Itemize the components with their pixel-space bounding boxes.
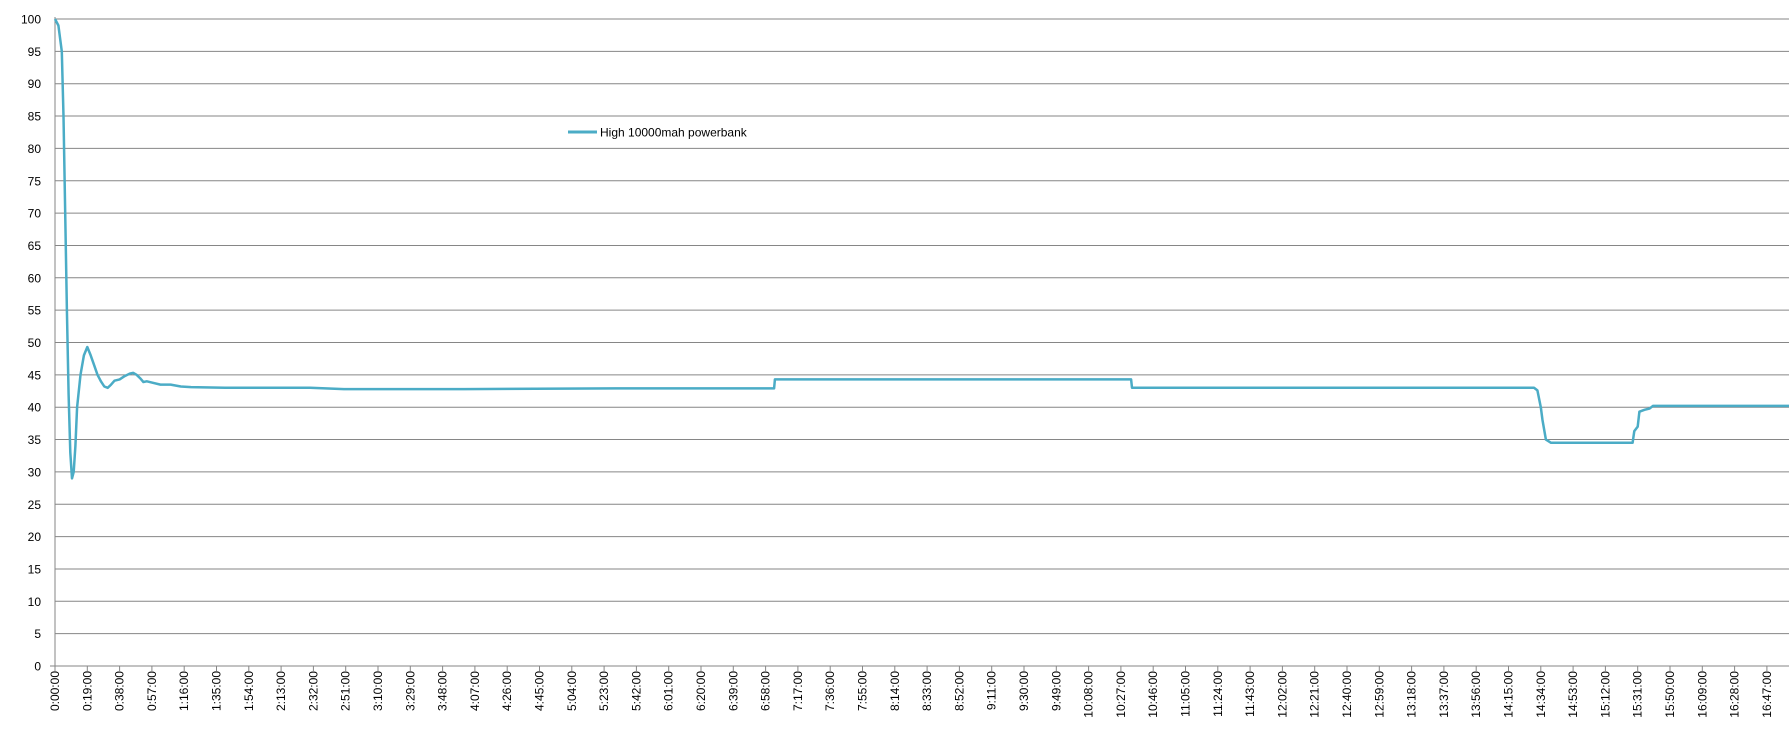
y-tick-label-100: 100 — [21, 13, 41, 27]
x-tick-label-53: 16:47:00 — [1760, 671, 1774, 718]
x-tick-label-12: 3:48:00 — [436, 671, 450, 711]
y-tick-label-40: 40 — [28, 401, 42, 415]
x-tick-label-15: 4:45:00 — [533, 671, 547, 711]
x-tick-label-43: 13:37:00 — [1437, 671, 1451, 718]
x-tick-label-2: 0:38:00 — [113, 671, 127, 711]
x-tick-label-48: 15:12:00 — [1598, 671, 1612, 718]
y-tick-label-55: 55 — [28, 304, 42, 318]
x-tick-label-50: 15:50:00 — [1663, 671, 1677, 718]
y-tick-label-65: 65 — [28, 239, 42, 253]
x-tick-label-32: 10:08:00 — [1082, 671, 1096, 718]
y-tick-label-0: 0 — [34, 660, 41, 674]
x-tick-label-24: 7:36:00 — [823, 671, 837, 711]
y-tick-label-60: 60 — [28, 271, 42, 285]
x-tick-label-47: 14:53:00 — [1566, 671, 1580, 718]
x-tick-label-26: 8:14:00 — [888, 671, 902, 711]
x-tick-label-1: 0:19:00 — [80, 671, 94, 711]
y-tick-label-90: 90 — [28, 77, 42, 91]
x-axis-tick-labels: 0:00:00 0:19:00 0:38:00 0:57:00 1:16:00 1:35:… — [48, 671, 1774, 718]
x-tick-label-22: 6:58:00 — [759, 671, 773, 711]
x-tick-label-14: 4:26:00 — [500, 671, 514, 711]
y-tick-label-30: 30 — [28, 465, 42, 479]
x-tick-label-3: 0:57:00 — [145, 671, 159, 711]
x-tick-label-0: 0:00:00 — [48, 671, 62, 711]
x-tick-label-34: 10:46:00 — [1146, 671, 1160, 718]
x-tick-label-51: 16:09:00 — [1695, 671, 1709, 718]
legend: High 10000mah powerbank — [568, 126, 748, 140]
x-tick-label-49: 15:31:00 — [1631, 671, 1645, 718]
x-tick-label-4: 1:16:00 — [177, 671, 191, 711]
legend-label: High 10000mah powerbank — [600, 126, 748, 140]
x-tick-label-21: 6:39:00 — [726, 671, 740, 711]
x-tick-label-31: 9:49:00 — [1049, 671, 1063, 711]
x-tick-label-25: 7:55:00 — [856, 671, 870, 711]
x-tick-label-42: 13:18:00 — [1405, 671, 1419, 718]
y-tick-label-20: 20 — [28, 530, 42, 544]
x-tick-label-19: 6:01:00 — [662, 671, 676, 711]
axes — [50, 17, 1789, 671]
x-tick-label-41: 12:59:00 — [1372, 671, 1386, 718]
x-tick-label-35: 11:05:00 — [1179, 671, 1193, 717]
x-tick-label-9: 2:51:00 — [339, 671, 353, 711]
y-tick-label-10: 10 — [28, 595, 42, 609]
x-tick-label-23: 7:17:00 — [791, 671, 805, 711]
y-tick-label-15: 15 — [28, 562, 42, 576]
x-tick-label-29: 9:11:00 — [985, 671, 999, 710]
x-tick-label-45: 14:15:00 — [1502, 671, 1516, 718]
y-tick-label-85: 85 — [28, 110, 42, 124]
y-tick-label-95: 95 — [28, 45, 42, 59]
x-tick-label-40: 12:40:00 — [1340, 671, 1354, 718]
x-tick-label-38: 12:02:00 — [1275, 671, 1289, 718]
x-tick-label-11: 3:29:00 — [403, 671, 417, 711]
x-tick-label-30: 9:30:00 — [1017, 671, 1031, 711]
line-chart: 0 5 10 15 20 25 30 35 40 45 50 55 60 65 70 75 80 85 90 95 10… — [21, 13, 1789, 718]
x-tick-label-44: 13:56:00 — [1469, 671, 1483, 718]
x-tick-label-33: 10:27:00 — [1114, 671, 1128, 718]
y-tick-label-80: 80 — [28, 142, 42, 156]
y-tick-label-75: 75 — [28, 174, 42, 188]
x-tick-label-27: 8:33:00 — [920, 671, 934, 711]
x-tick-label-7: 2:13:00 — [274, 671, 288, 711]
x-tick-label-17: 5:23:00 — [597, 671, 611, 711]
y-tick-label-35: 35 — [28, 433, 42, 447]
x-tick-label-52: 16:28:00 — [1728, 671, 1742, 718]
x-tick-label-20: 6:20:00 — [694, 671, 708, 711]
x-tick-label-5: 1:35:00 — [210, 671, 224, 711]
x-tick-label-36: 11:24:00 — [1211, 671, 1225, 717]
x-tick-label-39: 12:21:00 — [1308, 671, 1322, 718]
y-tick-label-50: 50 — [28, 336, 42, 350]
x-tick-label-8: 2:32:00 — [306, 671, 320, 711]
x-tick-label-37: 11:43:00 — [1243, 671, 1257, 717]
x-tick-label-16: 5:04:00 — [565, 671, 579, 711]
gridlines — [55, 18, 1789, 635]
x-tick-label-46: 14:34:00 — [1534, 671, 1548, 718]
chart-container: 0 5 10 15 20 25 30 35 40 45 50 55 60 65 70 75 80 85 90 95 10… — [0, 0, 1789, 728]
x-tick-label-6: 1:54:00 — [242, 671, 256, 711]
x-tick-label-28: 8:52:00 — [952, 671, 966, 711]
x-tick-label-13: 4:07:00 — [468, 671, 482, 711]
x-tick-label-10: 3:10:00 — [371, 671, 385, 711]
y-tick-label-70: 70 — [28, 207, 42, 221]
y-axis-tick-labels: 0 5 10 15 20 25 30 35 40 45 50 55 60 65 70 75 80 85 90 95 10… — [21, 13, 41, 674]
x-tick-label-18: 5:42:00 — [629, 671, 643, 711]
y-tick-label-5: 5 — [34, 627, 41, 641]
y-tick-label-45: 45 — [28, 368, 42, 382]
y-tick-label-25: 25 — [28, 498, 42, 512]
